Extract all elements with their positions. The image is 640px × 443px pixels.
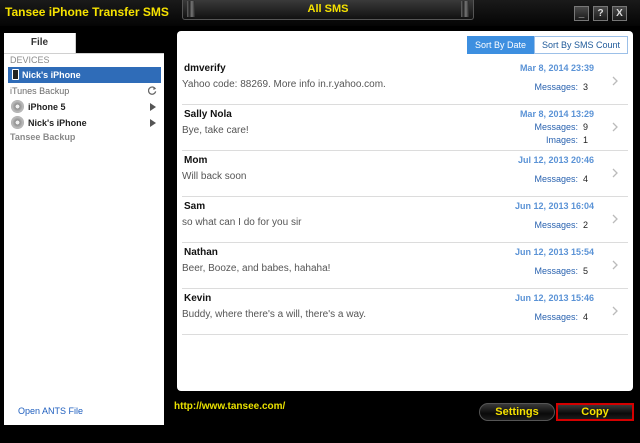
tansee-backup-label: Tansee Backup <box>10 132 76 142</box>
settings-button[interactable]: Settings <box>479 403 555 421</box>
message-count: Messages: 4 <box>534 312 588 322</box>
message-list: dmverify Yahoo code: 88269. More info in… <box>177 59 633 335</box>
message-count: Messages: 5 <box>534 266 588 276</box>
message-count-value: 4 <box>582 312 588 322</box>
message-count: Messages: 9 <box>534 122 588 132</box>
backup-item-label: iPhone 5 <box>28 102 66 112</box>
chevron-right-icon[interactable] <box>612 122 618 132</box>
tab-strip <box>76 33 164 53</box>
image-count: Images: 1 <box>546 135 588 145</box>
minimize-icon: _ <box>578 8 585 19</box>
backup-item-label: Nick's iPhone <box>28 118 87 128</box>
contact-name: Sally Nola <box>184 109 232 120</box>
message-count: Messages: 4 <box>534 174 588 184</box>
chevron-right-icon[interactable] <box>612 306 618 316</box>
message-count-label: Messages: <box>534 82 578 92</box>
backup-item-iphone-5[interactable]: iPhone 5 <box>4 99 164 115</box>
message-date: Jun 12, 2013 15:54 <box>514 247 594 257</box>
message-date: Jun 12, 2013 16:04 <box>514 201 594 211</box>
message-date: Mar 8, 2014 23:39 <box>519 63 594 73</box>
view-title: All SMS <box>307 3 349 15</box>
message-preview: Will back soon <box>182 171 247 182</box>
view-title-panel: All SMS <box>182 0 474 20</box>
message-row[interactable]: Kevin Buddy, where there's a will, there… <box>182 289 628 335</box>
devices-section-label: DEVICES <box>10 55 50 65</box>
close-icon: X <box>616 8 623 19</box>
contact-name: dmverify <box>184 63 226 74</box>
device-tree: DEVICES Nick's iPhone iTunes Backup iPho… <box>4 53 164 144</box>
sort-bar: Sort By Date Sort By SMS Count <box>466 36 628 54</box>
message-count-value: 2 <box>582 220 588 230</box>
message-count-value: 5 <box>582 266 588 276</box>
message-count-label: Messages: <box>534 312 578 322</box>
chevron-right-icon[interactable] <box>612 168 618 178</box>
message-count: Messages: 2 <box>534 220 588 230</box>
message-row[interactable]: Mom Will back soon Jul 12, 2013 20:46 Me… <box>182 151 628 197</box>
message-date: Jun 12, 2013 15:46 <box>514 293 594 303</box>
backup-item-nicks-iphone[interactable]: Nick's iPhone <box>4 115 164 131</box>
message-count-label: Messages: <box>534 174 578 184</box>
message-preview: Yahoo code: 88269. More info in.r.yahoo.… <box>182 79 386 90</box>
contact-name: Sam <box>184 201 206 212</box>
backup-disc-icon <box>11 100 24 113</box>
open-ants-file-link[interactable]: Open ANTS File <box>18 406 83 416</box>
message-row[interactable]: dmverify Yahoo code: 88269. More info in… <box>182 59 628 105</box>
image-count-value: 1 <box>582 135 588 145</box>
chevron-right-icon[interactable] <box>612 260 618 270</box>
itunes-backup-section: iTunes Backup <box>4 83 164 99</box>
grip-icon <box>461 1 469 17</box>
message-date: Jul 12, 2013 20:46 <box>517 155 594 165</box>
message-date: Mar 8, 2014 13:29 <box>519 109 594 119</box>
chevron-right-icon[interactable] <box>612 76 618 86</box>
message-count-label: Messages: <box>534 122 578 132</box>
device-item-selected[interactable]: Nick's iPhone <box>8 67 161 83</box>
help-button[interactable]: ? <box>593 6 608 21</box>
message-preview: Bye, take care! <box>182 125 249 136</box>
message-panel: Sort By Date Sort By SMS Count dmverify … <box>177 31 633 391</box>
message-preview: Buddy, where there's a will, there's a w… <box>182 309 367 320</box>
play-icon[interactable] <box>150 119 156 127</box>
itunes-backup-label: iTunes Backup <box>10 86 70 96</box>
contact-name: Nathan <box>184 247 218 258</box>
message-count-label: Messages: <box>534 220 578 230</box>
tab-file[interactable]: File <box>4 33 76 53</box>
website-link[interactable]: http://www.tansee.com/ <box>174 401 285 412</box>
message-count-value: 9 <box>582 122 588 132</box>
contact-name: Kevin <box>184 293 212 304</box>
message-preview: Beer, Booze, and babes, hahaha! <box>182 263 331 274</box>
title-bar: Tansee iPhone Transfer SMS All SMS _ ? X <box>0 0 640 26</box>
app-title: Tansee iPhone Transfer SMS <box>5 5 169 19</box>
chevron-right-icon[interactable] <box>612 214 618 224</box>
message-count-value: 3 <box>582 82 588 92</box>
device-item-label: Nick's iPhone <box>22 70 81 80</box>
message-count-label: Messages: <box>534 266 578 276</box>
image-count-label: Images: <box>545 135 578 145</box>
message-count-value: 4 <box>582 174 588 184</box>
message-row[interactable]: Sam so what can I do for you sir Jun 12,… <box>182 197 628 243</box>
iphone-icon <box>12 69 19 80</box>
sort-by-sms-count-button[interactable]: Sort By SMS Count <box>533 36 628 54</box>
message-preview: so what can I do for you sir <box>182 217 302 228</box>
refresh-icon[interactable] <box>148 86 157 95</box>
play-icon[interactable] <box>150 103 156 111</box>
message-count: Messages: 3 <box>534 82 588 92</box>
help-icon: ? <box>597 8 604 19</box>
message-row[interactable]: Sally Nola Bye, take care! Mar 8, 2014 1… <box>182 105 628 151</box>
close-button[interactable]: X <box>612 6 627 21</box>
sort-by-date-button[interactable]: Sort By Date <box>466 36 534 54</box>
sidebar: File DEVICES Nick's iPhone iTunes Backup… <box>4 33 164 425</box>
contact-name: Mom <box>184 155 208 166</box>
minimize-button[interactable]: _ <box>574 6 589 21</box>
copy-button[interactable]: Copy <box>556 403 634 421</box>
backup-disc-icon <box>11 116 24 129</box>
message-row[interactable]: Nathan Beer, Booze, and babes, hahaha! J… <box>182 243 628 289</box>
